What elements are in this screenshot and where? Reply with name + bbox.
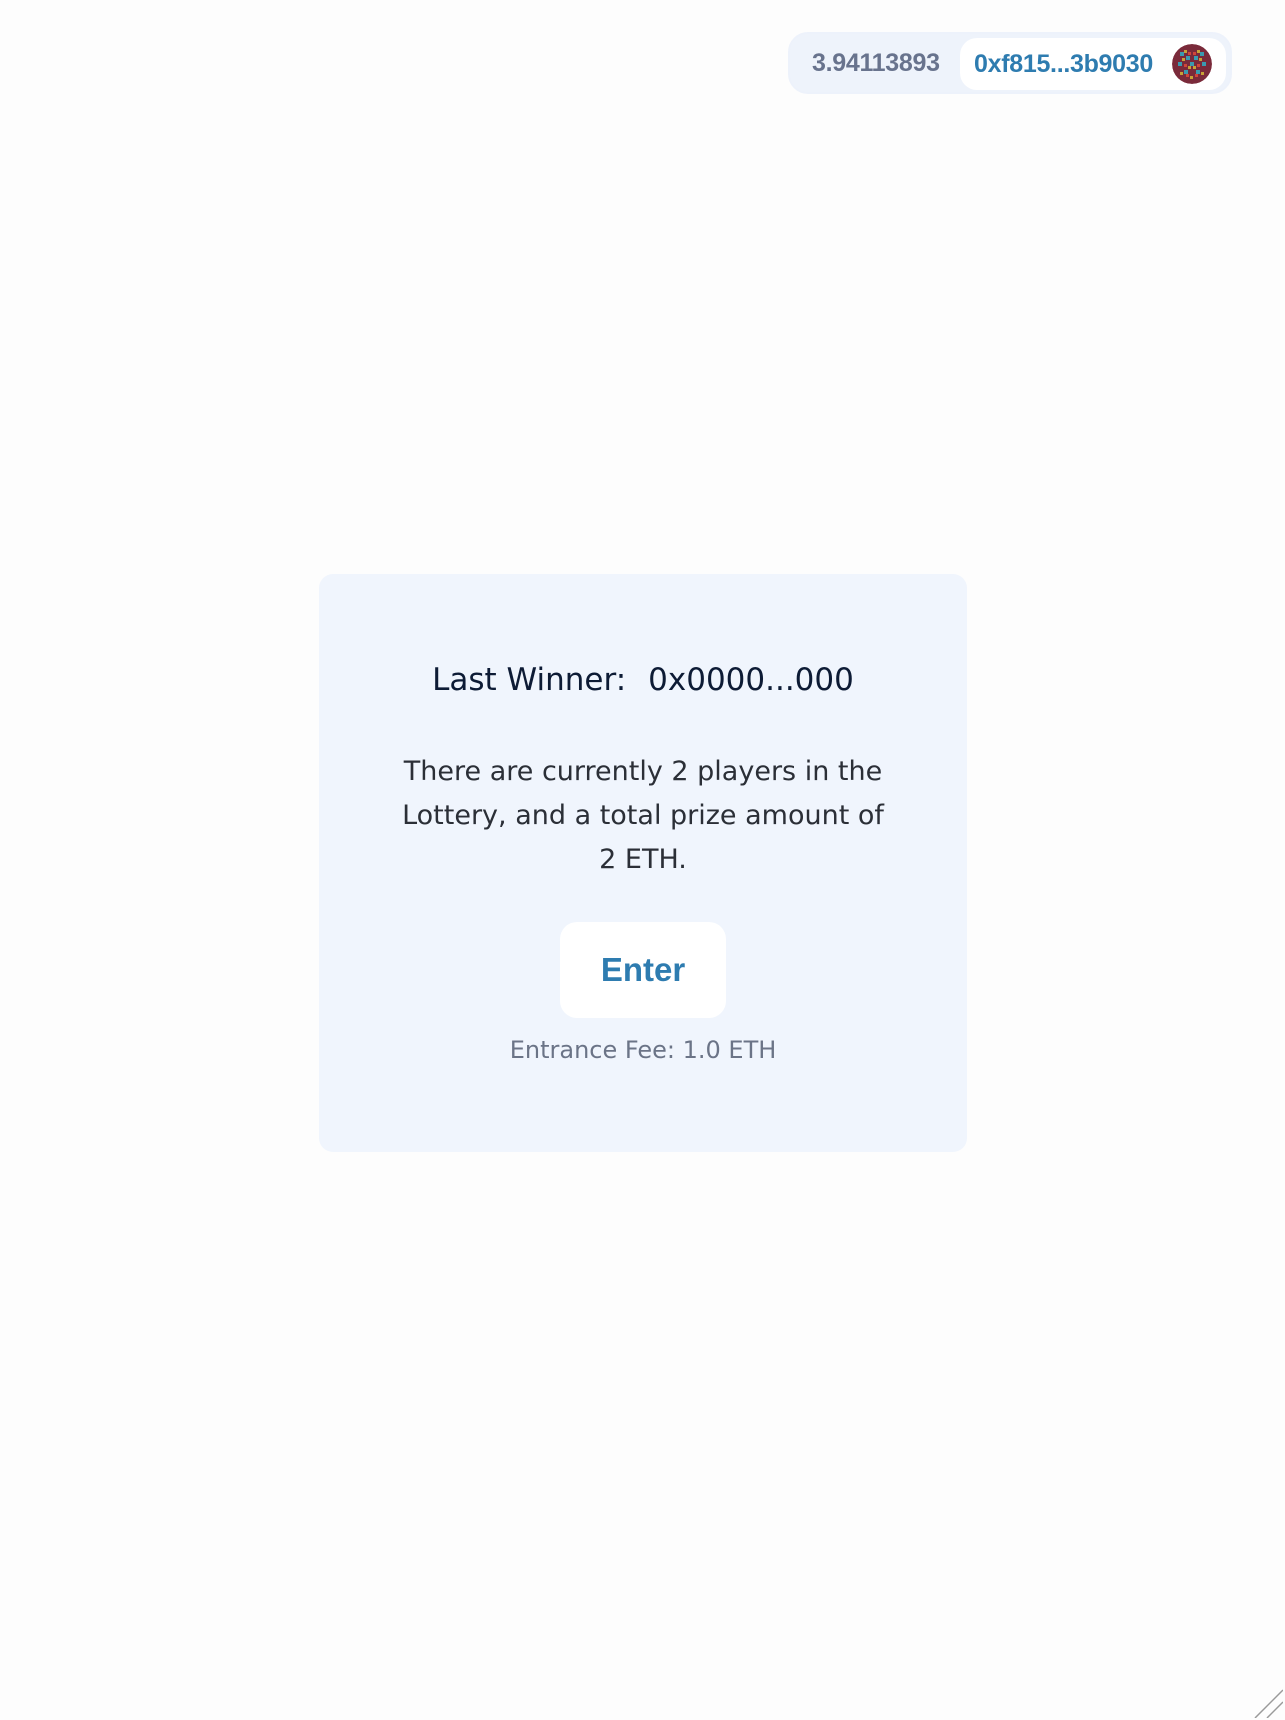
last-winner-label: Last Winner: xyxy=(432,662,627,698)
wallet-connect-widget: 3.94113893 0xf815...3b9030 xyxy=(788,32,1232,94)
last-winner: Last Winner: 0x0000...000 xyxy=(319,662,967,698)
page: 3.94113893 0xf815...3b9030 Last Winner: … xyxy=(0,0,1285,1720)
resize-handle-icon[interactable] xyxy=(1247,1682,1284,1719)
players-summary: There are currently 2 players in the Lot… xyxy=(402,756,884,875)
entrance-fee: Entrance Fee: 1.0 ETH xyxy=(509,1036,777,1064)
last-winner-address: 0x0000...000 xyxy=(648,662,854,698)
account-button[interactable]: 0xf815...3b9030 xyxy=(960,38,1226,90)
lottery-card: Last Winner: 0x0000...000 There are curre… xyxy=(319,574,967,1152)
identicon-avatar-icon xyxy=(1172,44,1212,84)
wallet-address: 0xf815...3b9030 xyxy=(974,49,1153,78)
wallet-balance: 3.94113893 xyxy=(812,48,940,77)
enter-button[interactable]: Enter xyxy=(560,922,726,1018)
